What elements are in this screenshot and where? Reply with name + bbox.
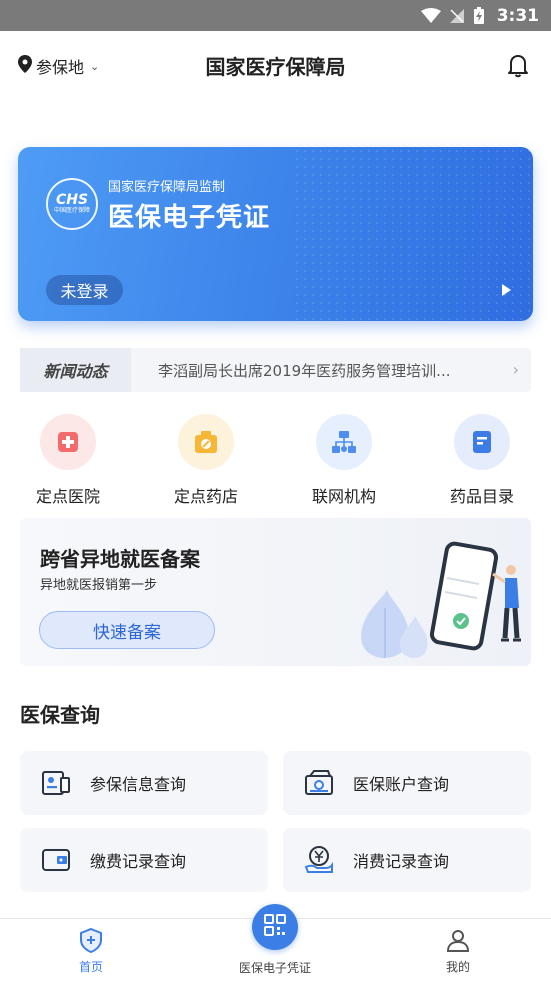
status-bar: 3:31 <box>0 0 551 31</box>
tab-me-label: 我的 <box>445 960 470 974</box>
chs-logo: CHS 中国医疗保障 <box>46 178 98 230</box>
banner-subtitle: 异地就医报销第一步 <box>40 578 158 593</box>
voucher-qr-button[interactable] <box>252 904 298 950</box>
wallet-icon <box>40 844 72 876</box>
network-icon <box>316 414 372 470</box>
news-ticker[interactable]: 新闻动态 李滔副局长出席2019年医药服务管理培训... › <box>20 348 531 392</box>
news-headline[interactable]: 李滔副局长出席2019年医药服务管理培训... <box>158 360 488 381</box>
status-time: 3:31 <box>496 5 539 26</box>
query-insurance-info[interactable]: 参保信息查询 <box>20 751 268 815</box>
tab-home-label: 首页 <box>78 960 103 974</box>
query-payment-records[interactable]: 缴费记录查询 <box>20 828 268 892</box>
page-title: 国家医疗保障局 <box>205 55 346 79</box>
account-icon <box>303 767 335 799</box>
filing-banner[interactable]: 跨省异地就医备案 异地就医报销第一步 快速备案 <box>20 518 531 666</box>
query-label: 参保信息查询 <box>90 775 187 794</box>
quick-links: 定点医院 定点药店 联网机构 药品目录 <box>0 414 551 509</box>
yuan-hand-icon <box>303 844 335 876</box>
news-tag: 新闻动态 <box>20 348 131 392</box>
catalog-icon <box>454 414 510 470</box>
tab-me[interactable]: 我的 <box>398 927 518 975</box>
quick-link-label: 定点药店 <box>173 487 238 506</box>
quick-link-label: 定点医院 <box>35 487 100 506</box>
tab-home[interactable]: 首页 <box>31 927 151 975</box>
pharmacy-icon <box>178 414 234 470</box>
bell-icon[interactable] <box>505 52 531 82</box>
card-title: 医保电子凭证 <box>108 203 271 233</box>
quick-link-label: 药品目录 <box>449 487 514 506</box>
query-label: 缴费记录查询 <box>90 852 187 871</box>
phone-illustration <box>355 538 525 666</box>
quick-link-network[interactable]: 联网机构 <box>294 414 394 507</box>
card-pattern <box>293 147 533 321</box>
wifi-icon <box>420 7 441 24</box>
tab-voucher-label[interactable]: 医保电子凭证 <box>215 959 335 976</box>
card-supervision: 国家医疗保障局监制 <box>108 180 226 195</box>
section-title: 医保查询 <box>20 703 100 727</box>
hospital-icon <box>40 414 96 470</box>
query-consumption-records[interactable]: 消费记录查询 <box>283 828 531 892</box>
qr-code-icon <box>264 914 286 940</box>
query-label: 医保账户查询 <box>353 775 450 794</box>
play-arrow-icon[interactable] <box>502 284 511 296</box>
insurance-voucher-card[interactable]: CHS 中国医疗保障 国家医疗保障局监制 医保电子凭证 未登录 <box>18 147 533 321</box>
user-icon <box>398 927 518 956</box>
chevron-right-icon[interactable]: › <box>513 360 519 379</box>
quick-link-label: 联网机构 <box>311 487 376 506</box>
id-card-icon <box>40 767 72 799</box>
chs-logo-text: CHS <box>55 192 89 208</box>
query-account[interactable]: 医保账户查询 <box>283 751 531 815</box>
banner-title: 跨省异地就医备案 <box>40 547 200 571</box>
quick-link-catalog[interactable]: 药品目录 <box>432 414 532 507</box>
query-label: 消费记录查询 <box>353 852 450 871</box>
quick-link-pharmacy[interactable]: 定点药店 <box>156 414 256 507</box>
quick-link-hospital[interactable]: 定点医院 <box>18 414 118 507</box>
battery-charging-icon <box>473 6 485 25</box>
login-status-button[interactable]: 未登录 <box>46 275 123 305</box>
quick-filing-button[interactable]: 快速备案 <box>39 611 215 649</box>
shield-plus-icon <box>31 927 151 956</box>
chs-logo-subtext: 中国医疗保障 <box>53 207 90 214</box>
no-signal-icon <box>449 8 465 24</box>
